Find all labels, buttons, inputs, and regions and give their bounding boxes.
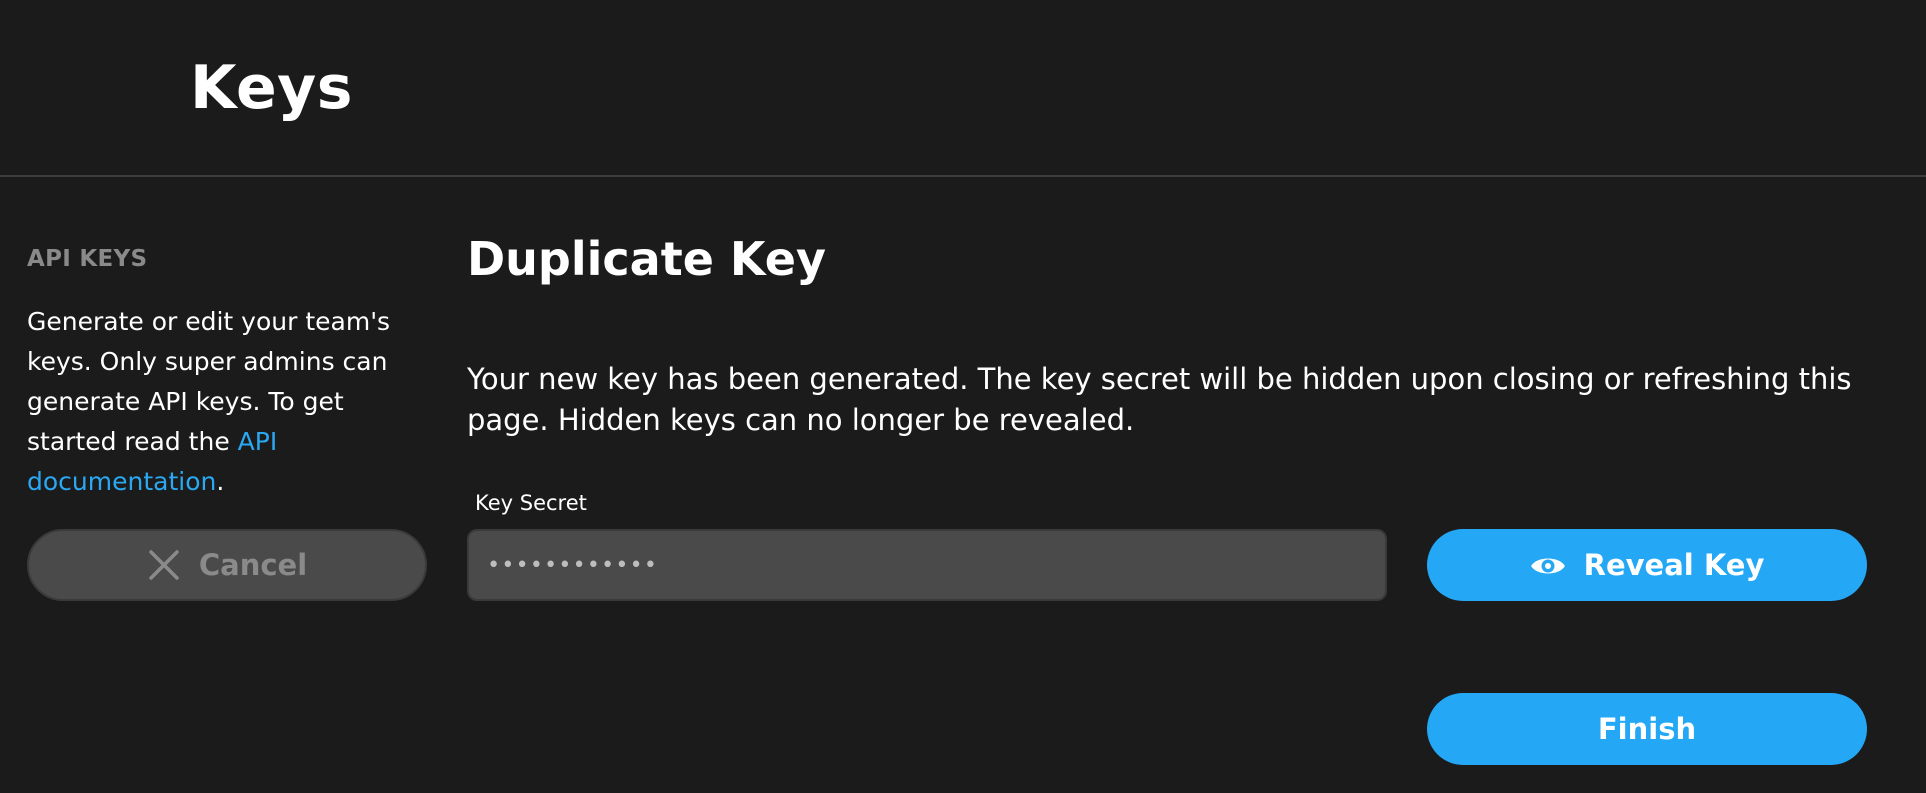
- main-description: Your new key has been generated. The key…: [467, 362, 1852, 437]
- reveal-key-button[interactable]: Reveal Key: [1427, 529, 1867, 601]
- cancel-button-label: Cancel: [198, 548, 308, 582]
- cancel-button[interactable]: Cancel: [27, 529, 427, 601]
- key-secret-field[interactable]: [467, 529, 1387, 601]
- page: Keys API KEYS Generate or edit your team…: [0, 0, 1926, 793]
- finish-label: Finish: [1597, 712, 1697, 746]
- key-secret-label: Key Secret: [475, 491, 587, 515]
- reveal-key-label: Reveal Key: [1583, 548, 1765, 582]
- finish-button[interactable]: Finish: [1427, 693, 1867, 765]
- page-title: Keys: [190, 53, 353, 123]
- sidebar-heading: API KEYS: [27, 246, 148, 272]
- sidebar-description-suffix: .: [216, 467, 225, 496]
- close-icon: [147, 548, 181, 582]
- page-header: Keys: [0, 0, 1926, 177]
- eye-icon: [1530, 552, 1566, 578]
- sidebar-description-text: Generate or edit your team's keys. Only …: [27, 307, 391, 456]
- sidebar-description: Generate or edit your team's keys. Only …: [27, 302, 437, 502]
- sidebar: API KEYS Generate or edit your team's ke…: [27, 240, 427, 502]
- main-title: Duplicate Key: [467, 232, 826, 286]
